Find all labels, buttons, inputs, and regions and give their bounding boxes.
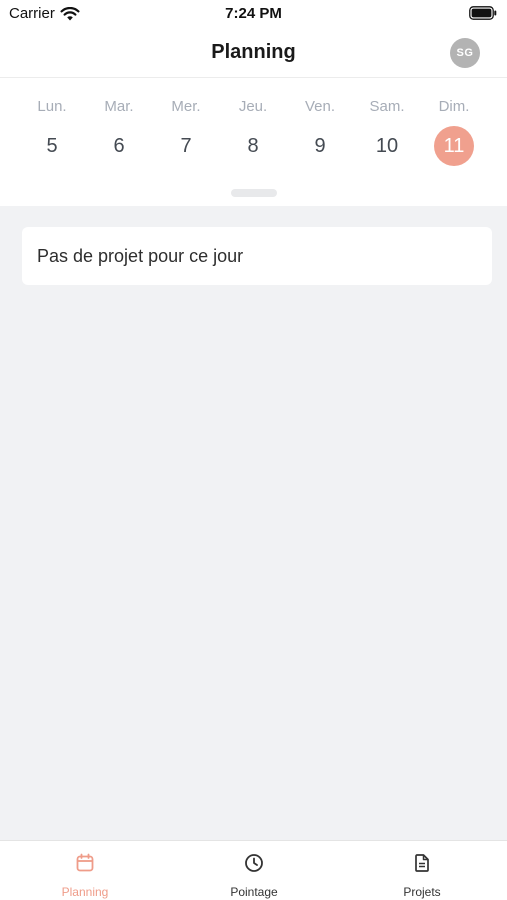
day-number: 11 [434, 126, 474, 166]
day-sunday-selected[interactable]: Dim. 11 [424, 96, 484, 166]
avatar[interactable]: SG [450, 38, 480, 68]
tab-label: Projets [403, 885, 441, 899]
day-number: 6 [113, 135, 125, 157]
header-area: Carrier 7:24 PM Planning SG Lun. 5 Mar. … [0, 0, 507, 206]
day-number: 9 [314, 135, 326, 157]
day-wednesday[interactable]: Mer. 7 [156, 96, 216, 166]
day-tuesday[interactable]: Mar. 6 [89, 96, 149, 166]
calendar-icon [76, 853, 94, 872]
clock-icon [245, 854, 263, 872]
page-title: Planning [211, 41, 296, 63]
day-number: 7 [180, 135, 192, 157]
day-name: Mer. [171, 98, 201, 115]
tab-planning[interactable]: Planning [25, 841, 145, 900]
day-number: 8 [247, 135, 259, 157]
tab-projets[interactable]: Projets [362, 841, 482, 900]
avatar-initials: SG [456, 47, 474, 59]
document-icon [415, 854, 429, 872]
week-day-picker: Lun. 5 Mar. 6 Mer. 7 Jeu. 8 Ven. 9 Sam. … [0, 96, 507, 176]
tab-label: Pointage [230, 885, 278, 899]
tab-label: Planning [61, 885, 109, 899]
day-name: Sam. [369, 98, 405, 115]
day-name: Jeu. [238, 98, 268, 115]
day-thursday[interactable]: Jeu. 8 [223, 96, 283, 166]
empty-state-message: Pas de projet pour ce jour [37, 246, 244, 266]
tab-bar: Planning Pointage Projets [0, 840, 507, 900]
empty-state-card: Pas de projet pour ce jour [22, 227, 492, 285]
status-bar: Carrier 7:24 PM [0, 0, 507, 28]
day-name: Dim. [438, 98, 470, 115]
status-time: 7:24 PM [225, 5, 282, 22]
day-saturday[interactable]: Sam. 10 [357, 96, 417, 166]
navigation-bar: Planning SG [0, 28, 507, 78]
day-name: Ven. [304, 98, 336, 115]
day-name: Mar. [104, 98, 134, 115]
day-friday[interactable]: Ven. 9 [290, 96, 350, 166]
drag-handle[interactable] [231, 189, 277, 197]
day-number: 10 [375, 135, 399, 157]
tab-pointage[interactable]: Pointage [194, 841, 314, 900]
day-monday[interactable]: Lun. 5 [22, 96, 82, 166]
day-number: 5 [46, 135, 58, 157]
battery-icon [469, 6, 497, 20]
day-name: Lun. [37, 98, 67, 115]
